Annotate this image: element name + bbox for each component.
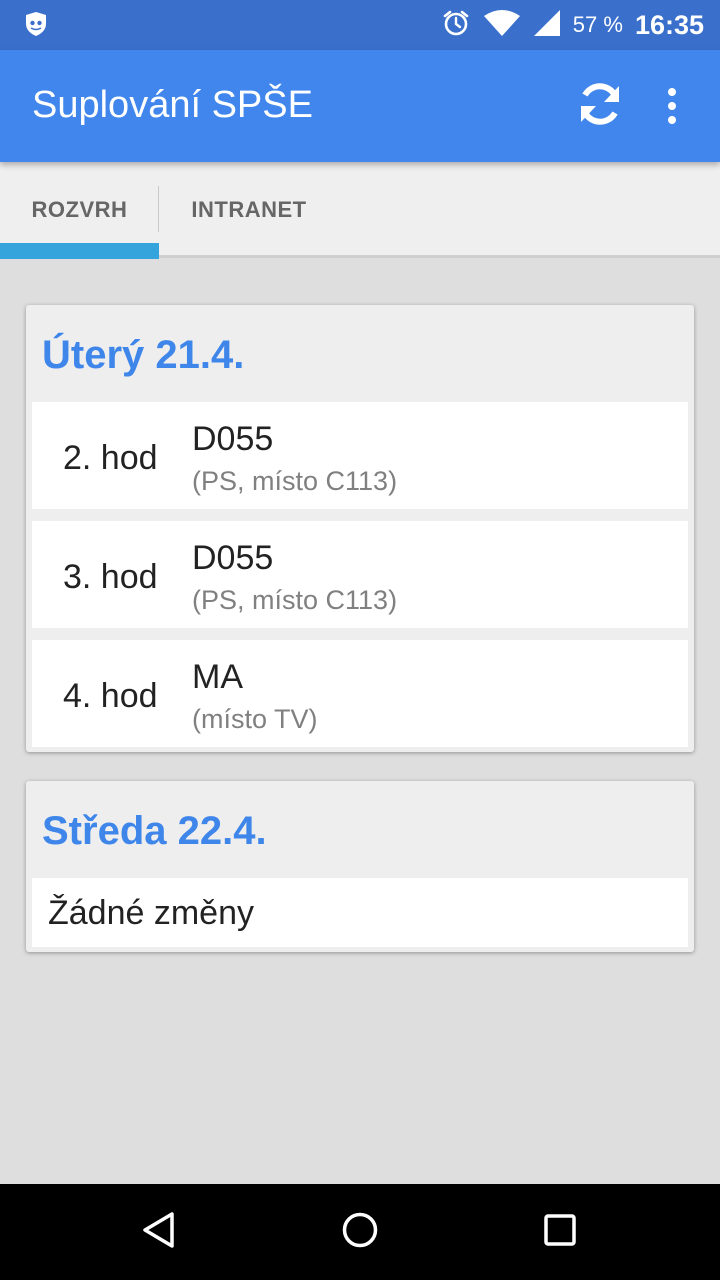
day-title: Úterý 21.4. xyxy=(42,333,245,377)
app-shield-icon xyxy=(22,10,50,38)
no-changes-row: Žádné změny xyxy=(32,878,688,947)
change-row[interactable]: 2. hod D055 (PS, místo C113) xyxy=(32,402,688,509)
app-title: Suplování SPŠE xyxy=(32,84,313,126)
change-note: (PS, místo C113) xyxy=(192,585,398,615)
tab-selected-indicator xyxy=(0,243,159,259)
change-row[interactable]: 4. hod MA (místo TV) xyxy=(32,640,688,747)
status-indicators: 57 % 16:35 xyxy=(441,0,704,50)
back-icon xyxy=(140,1210,180,1255)
overflow-menu-button[interactable] xyxy=(650,80,694,132)
change-subject: MA xyxy=(192,658,243,696)
change-note: (PS, místo C113) xyxy=(192,466,398,496)
app-bar: Suplování SPŠE xyxy=(0,50,720,162)
change-hour: 2. hod xyxy=(63,439,158,477)
refresh-icon xyxy=(574,78,626,135)
clock: 16:35 xyxy=(634,9,704,40)
change-row[interactable]: 3. hod D055 (PS, místo C113) xyxy=(32,521,688,628)
change-hour: 3. hod xyxy=(63,558,158,596)
change-note: (místo TV) xyxy=(192,704,318,734)
tab-intranet[interactable]: INTRANET xyxy=(159,162,339,258)
day-card-wednesday: Středa 22.4. Žádné změny xyxy=(26,781,694,952)
day-card-tuesday: Úterý 21.4. 2. hod D055 (PS, místo C113)… xyxy=(26,305,694,752)
recents-button[interactable] xyxy=(530,1202,590,1262)
home-icon xyxy=(340,1210,380,1255)
back-button[interactable] xyxy=(130,1202,190,1262)
refresh-button[interactable] xyxy=(570,80,630,132)
wifi-icon xyxy=(483,9,521,42)
alarm-icon xyxy=(441,8,471,43)
change-subject: D055 xyxy=(192,539,274,577)
recents-icon xyxy=(540,1210,580,1255)
day-title: Středa 22.4. xyxy=(42,809,267,853)
change-subject: D055 xyxy=(192,420,274,458)
change-hour: 4. hod xyxy=(63,677,158,715)
signal-icon xyxy=(533,9,561,42)
overflow-menu-icon xyxy=(668,88,676,96)
no-changes-text: Žádné změny xyxy=(48,894,254,932)
navigation-bar xyxy=(0,1184,720,1280)
home-button[interactable] xyxy=(330,1202,390,1262)
battery-percent: 57 % xyxy=(572,12,623,37)
status-bar: 57 % 16:35 xyxy=(0,0,720,50)
